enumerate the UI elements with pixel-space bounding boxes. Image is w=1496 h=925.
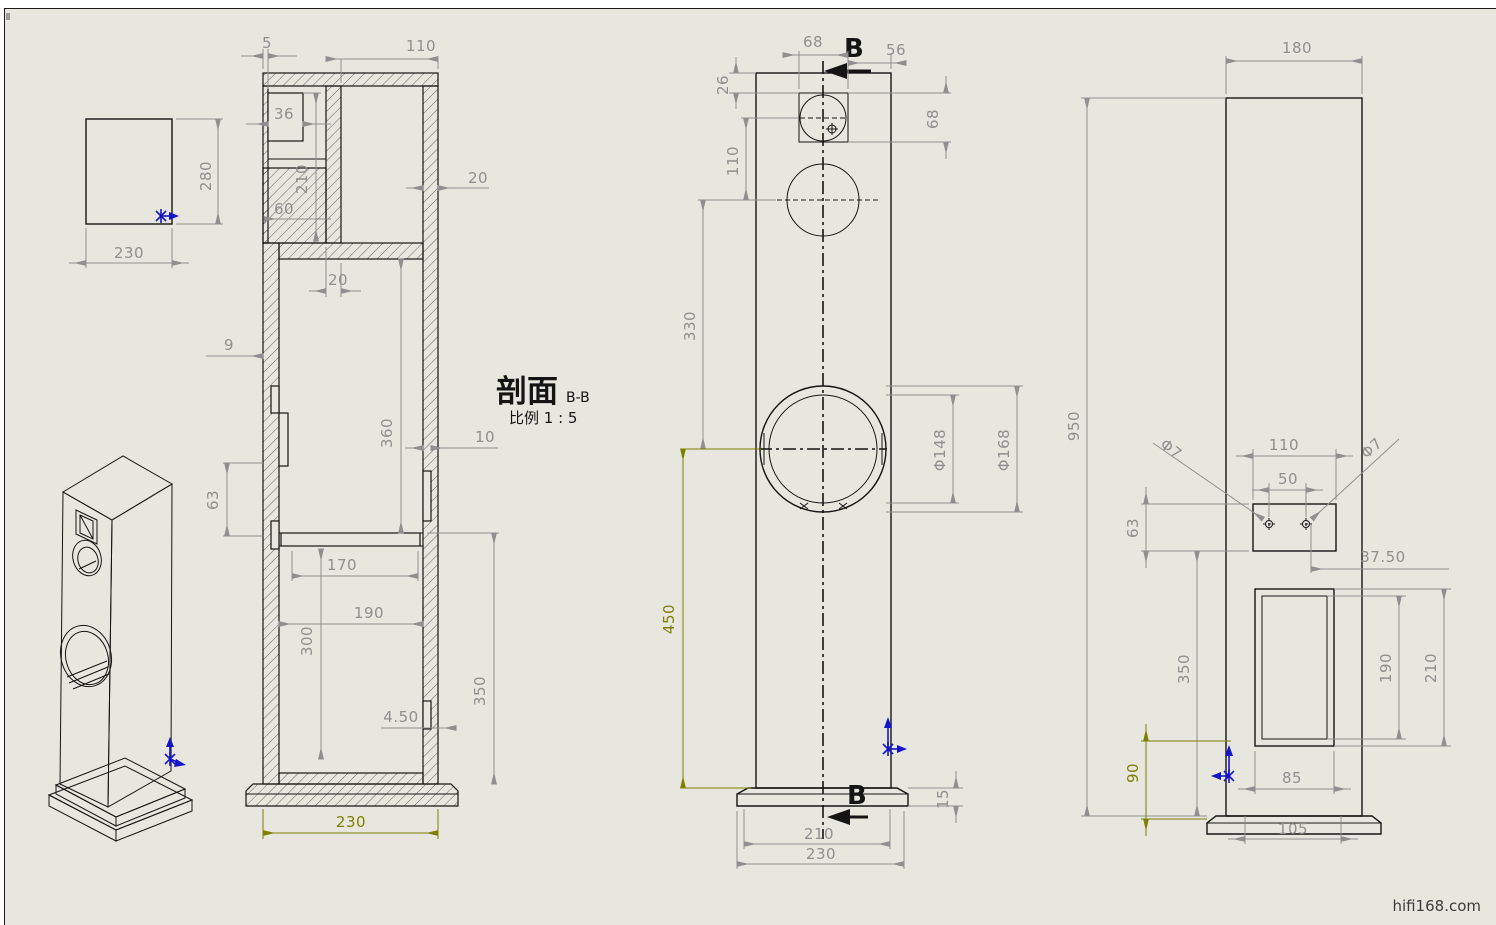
- dim-section-board[interactable]: 10: [475, 428, 495, 446]
- dim-back-port-width[interactable]: 85: [1282, 769, 1302, 787]
- dim-back-port-offset[interactable]: 37.50: [1360, 548, 1405, 566]
- dim-section-inner-width[interactable]: 190: [354, 604, 384, 622]
- dim-front-tweeter-mid[interactable]: 110: [724, 146, 742, 176]
- dim-section-base-width[interactable]: 230: [336, 813, 366, 831]
- dim-back-plate-height[interactable]: 63: [1124, 518, 1142, 538]
- dim-section-upper-height[interactable]: 210: [293, 164, 311, 194]
- dim-back-port-base[interactable]: 90: [1124, 763, 1142, 783]
- terminal-hole-left: [1263, 518, 1275, 530]
- drawing-canvas[interactable]: 280 230: [4, 8, 1496, 925]
- drawing-sheet: 280 230: [5, 9, 1496, 925]
- dim-back-height[interactable]: 950: [1065, 411, 1083, 441]
- dim-section-mid-height[interactable]: 360: [378, 418, 396, 448]
- origin-marker-top-view[interactable]: [156, 209, 179, 223]
- back-view: 180 950 Φ7 Φ7 110 50 63 37.50 190 210 35…: [1065, 39, 1451, 844]
- dim-front-base-top[interactable]: 210: [804, 825, 834, 843]
- dim-section-right-wall[interactable]: 20: [468, 169, 488, 187]
- origin-marker-back[interactable]: [1211, 745, 1234, 783]
- dim-front-woofer-base[interactable]: 450: [660, 604, 678, 634]
- dim-back-plate-base[interactable]: 350: [1175, 654, 1193, 684]
- dim-section-top-width[interactable]: 110: [406, 37, 436, 55]
- dim-back-width[interactable]: 180: [1282, 39, 1312, 57]
- dim-section-top-lip[interactable]: 5: [262, 34, 272, 52]
- section-title-text: 剖面: [496, 374, 558, 410]
- cad-window: 280 230: [0, 0, 1496, 925]
- section-title: 剖面 B-B 比例 1 : 5: [496, 374, 590, 427]
- dim-section-pocket[interactable]: 36: [274, 105, 294, 123]
- dim-back-port-inner-h[interactable]: 190: [1377, 653, 1395, 683]
- section-letter-top: B: [844, 34, 864, 64]
- origin-marker-iso[interactable]: [165, 737, 186, 767]
- dim-back-plate-width[interactable]: 110: [1269, 436, 1299, 454]
- dim-section-panel[interactable]: 4.50: [383, 708, 418, 726]
- dim-section-divider[interactable]: 20: [328, 271, 348, 289]
- tweeter-target-mark: [826, 123, 838, 135]
- front-view: B B 68 56 26 110 68 330 450 Φ148 Φ168 15…: [660, 33, 1023, 869]
- dim-front-top-offset[interactable]: 26: [714, 75, 732, 95]
- dim-front-woofer-inner[interactable]: Φ148: [931, 429, 949, 471]
- dim-top-view-height[interactable]: 280: [197, 161, 215, 191]
- dim-back-hole-left[interactable]: Φ7: [1157, 435, 1186, 463]
- top-view: 280 230: [69, 119, 223, 268]
- dim-front-base-width[interactable]: 230: [806, 845, 836, 863]
- dim-back-port-outer-h[interactable]: 210: [1422, 653, 1440, 683]
- dim-front-mid-woofer[interactable]: 330: [681, 311, 699, 341]
- dim-section-lower-right[interactable]: 350: [471, 676, 489, 706]
- scroll-artifact: [6, 13, 10, 20]
- dim-section-sixty[interactable]: 60: [274, 200, 294, 218]
- section-letter-bottom: B: [847, 781, 867, 811]
- isometric-view: [49, 456, 192, 841]
- section-view: 5 110 36 210 60 20 20 9 360 10 63 170 19…: [204, 34, 499, 839]
- dim-section-lower-height[interactable]: 300: [298, 626, 316, 656]
- dim-back-base-dim[interactable]: 105: [1278, 820, 1308, 838]
- terminal-hole-right: [1300, 518, 1312, 530]
- dim-front-tweeter-edge[interactable]: 56: [886, 41, 906, 59]
- watermark: hifi168.com: [1392, 897, 1481, 915]
- dim-section-shelf[interactable]: 170: [327, 556, 357, 574]
- origin-marker-front[interactable]: [883, 717, 907, 756]
- section-scale-text: 比例 1 : 5: [509, 409, 577, 427]
- dim-front-tweeter-height[interactable]: 68: [924, 109, 942, 129]
- section-ref-text: B-B: [566, 390, 590, 406]
- dim-front-tweeter-width[interactable]: 68: [803, 33, 823, 51]
- dim-section-lower-left[interactable]: 63: [204, 490, 222, 510]
- dim-front-base-thickness[interactable]: 15: [934, 789, 952, 809]
- dim-back-hole-spacing[interactable]: 50: [1278, 470, 1298, 488]
- dim-top-view-width[interactable]: 230: [114, 244, 144, 262]
- dim-front-woofer-outer[interactable]: Φ168: [995, 429, 1013, 471]
- dim-section-step[interactable]: 9: [224, 336, 234, 354]
